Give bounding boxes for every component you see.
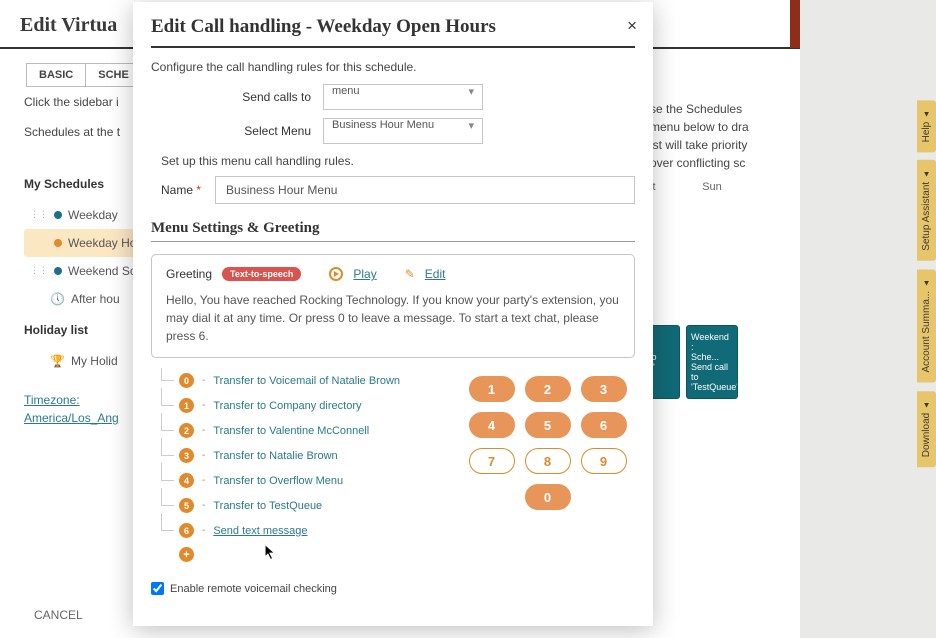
edit-link[interactable]: Edit [425,267,446,281]
greeting-label: Greeting [166,267,212,281]
chevron-icon: ▲ [922,401,931,410]
menu-item-4[interactable]: 4-Transfer to Overflow Menu [151,468,446,493]
chevron-icon: ▲ [922,170,931,179]
key-badge: 0 [179,373,194,388]
keypad-1[interactable]: 1 [469,376,515,402]
key-badge: 3 [179,448,194,463]
menu-item-link[interactable]: Transfer to Natalie Brown [213,450,337,462]
keypad-7[interactable]: 7 [469,448,515,474]
name-input[interactable] [215,176,635,204]
cancel-button-bg[interactable]: CANCEL [24,602,93,628]
add-item-icon[interactable]: + [179,547,194,562]
menu-item-6[interactable]: 6-Send text message [151,518,446,543]
rtab-account[interactable]: Account Summa... ▲ [917,269,936,382]
modal-title: Edit Call handling - Weekday Open Hours [151,16,635,48]
red-accent [790,0,800,48]
enable-voicemail-label: Enable remote voicemail checking [170,583,337,595]
dot-icon [54,239,62,247]
right-sidebar [800,0,936,638]
tab-basic[interactable]: BASIC [26,63,86,87]
key-badge: 1 [179,398,194,413]
menu-item-link[interactable]: Transfer to Valentine McConnell [213,425,369,437]
dot-icon [54,211,62,219]
chevron-icon: ▲ [922,279,931,288]
menu-item-link[interactable]: Send text message [213,525,307,537]
menu-item-link[interactable]: Transfer to Voicemail of Natalie Brown [213,375,400,387]
trophy-icon: 🏆 [50,352,65,370]
menu-item-link[interactable]: Transfer to Company directory [213,400,361,412]
required-icon: * [196,183,201,197]
play-link[interactable]: Play [353,267,376,281]
pencil-icon[interactable]: ✎ [405,267,415,281]
greeting-text: Hello, You have reached Rocking Technolo… [166,291,620,345]
keypad-3[interactable]: 3 [581,376,627,402]
keypad: 1 2 3 4 5 6 7 8 9 0 [460,368,635,562]
right-tabs: Help ▲ Setup Assistant ▲ Account Summa..… [917,100,936,467]
rtab-download[interactable]: Download ▲ [917,391,936,467]
chevron-icon: ▲ [922,110,931,119]
send-calls-label: Send calls to [151,90,311,104]
play-icon[interactable] [329,267,343,281]
select-menu-select[interactable]: Business Hour Menu [323,118,483,144]
keypad-2[interactable]: 2 [525,376,571,402]
menu-item-link[interactable]: Transfer to Overflow Menu [213,475,343,487]
rtab-setup[interactable]: Setup Assistant ▲ [917,160,936,261]
key-badge: 2 [179,423,194,438]
menu-item-1[interactable]: 1-Transfer to Company directory [151,393,446,418]
menu-item-link[interactable]: Transfer to TestQueue [213,500,322,512]
clock-icon: 🕔 [50,290,65,308]
select-menu-label: Select Menu [151,124,311,138]
enable-voicemail-checkbox[interactable] [151,582,164,595]
menu-item-5[interactable]: 5-Transfer to TestQueue [151,493,446,518]
keypad-8[interactable]: 8 [525,448,571,474]
section-menu-greeting: Menu Settings & Greeting [151,220,635,242]
key-badge: 4 [179,473,194,488]
dot-icon [54,267,62,275]
modal-close-icon[interactable]: × [627,16,637,36]
menu-item-3[interactable]: 3-Transfer to Natalie Brown [151,443,446,468]
key-badge: 5 [179,498,194,513]
greeting-box: Greeting Text-to-speech Play ✎ Edit Hell… [151,254,635,358]
menu-item-0[interactable]: 0-Transfer to Voicemail of Natalie Brown [151,368,446,393]
keypad-9[interactable]: 9 [581,448,627,474]
key-badge: 6 [179,523,194,538]
menu-item-2[interactable]: 2-Transfer to Valentine McConnell [151,418,446,443]
menu-items-list: 0-Transfer to Voicemail of Natalie Brown… [151,368,446,562]
keypad-6[interactable]: 6 [581,412,627,438]
keypad-0[interactable]: 0 [525,484,571,510]
send-calls-select[interactable]: menu [323,84,483,110]
day-header: Sun [686,175,738,205]
calendar-block[interactable]: Weekend :Sche...Send call to'TestQueue' [686,325,738,399]
tts-badge: Text-to-speech [222,267,301,281]
modal-edit-call-handling: Edit Call handling - Weekday Open Hours … [133,2,653,626]
setup-text: Set up this menu call handling rules. [161,154,635,168]
name-label: Name * [161,183,201,197]
keypad-4[interactable]: 4 [469,412,515,438]
rtab-help[interactable]: Help ▲ [917,100,936,152]
keypad-5[interactable]: 5 [525,412,571,438]
modal-intro: Configure the call handling rules for th… [151,60,635,74]
